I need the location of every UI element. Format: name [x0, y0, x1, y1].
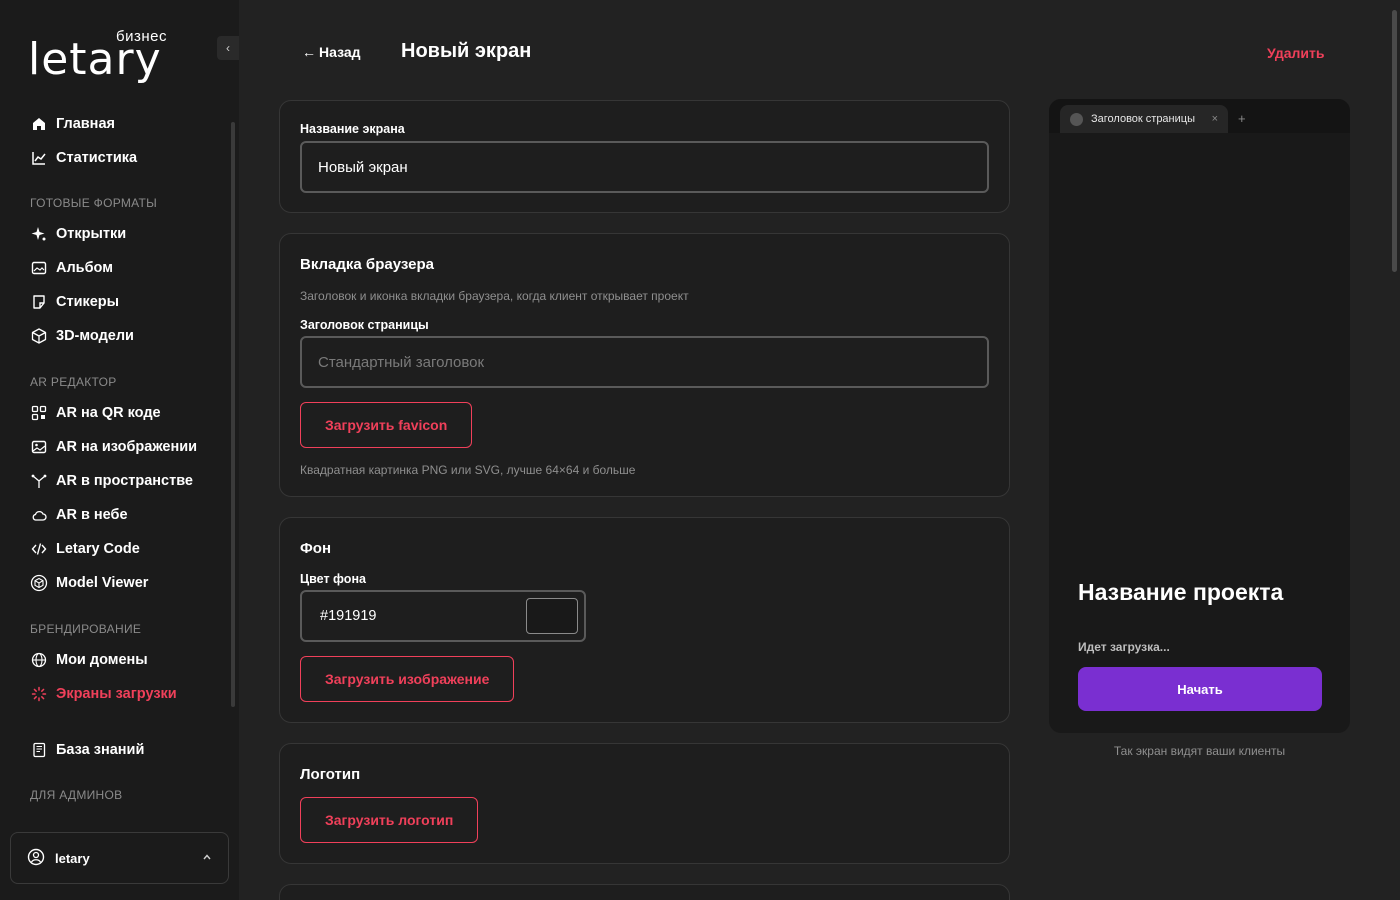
sidebar-item-label: Model Viewer: [56, 575, 149, 591]
page-title-label: Заголовок страницы: [300, 318, 429, 332]
loader-icon: [30, 685, 48, 703]
favicon-hint: Квадратная картинка PNG или SVG, лучше 6…: [300, 463, 636, 477]
sidebar-item-letary-code[interactable]: Letary Code: [30, 537, 140, 561]
preview-project-name: Название проекта: [1078, 579, 1284, 605]
screen-name-label: Название экрана: [300, 122, 405, 136]
favicon-placeholder-icon: [1070, 112, 1083, 126]
background-color-label: Цвет фона: [300, 572, 366, 586]
plus-icon: +: [1238, 111, 1246, 126]
sidebar-item-label: AR на изображении: [56, 439, 198, 455]
sidebar-item-label: Мои домены: [56, 652, 148, 668]
sidebar-collapse-button[interactable]: ‹: [217, 36, 239, 60]
sidebar-item-ar-image[interactable]: AR на изображении: [30, 435, 197, 459]
sidebar-scrollbar[interactable]: [231, 122, 235, 707]
sidebar-item-album[interactable]: Альбом: [30, 256, 113, 280]
upload-favicon-button[interactable]: Загрузить favicon: [300, 402, 473, 448]
page-title: Новый экран: [401, 40, 532, 62]
preview-caption: Так экран видят ваши клиенты: [1113, 744, 1286, 758]
section-title-admins: ДЛЯ АДМИНОВ: [30, 788, 123, 802]
preview-browser-tab: Заголовок страницы ×: [1060, 105, 1228, 133]
sidebar-item-stats[interactable]: Статистика: [30, 146, 137, 170]
chevron-left-icon: ‹: [226, 41, 230, 55]
image-icon: [30, 438, 48, 456]
chevron-up-icon: [202, 852, 212, 865]
card-screen-name: Название экрана: [279, 100, 1010, 213]
brand-name: letary: [28, 34, 162, 85]
close-icon: ×: [1211, 113, 1218, 125]
upload-background-button[interactable]: Загрузить изображение: [300, 656, 515, 702]
sidebar-item-label: AR на QR коде: [56, 405, 161, 421]
space-icon: [30, 472, 48, 490]
sidebar-item-domains[interactable]: Мои домены: [30, 648, 148, 672]
sidebar-item-3d-models[interactable]: 3D-модели: [30, 324, 134, 348]
sidebar-item-label: AR в пространстве: [56, 473, 193, 489]
card-background: Фон Цвет фона #191919 Загрузить изображе…: [279, 517, 1010, 723]
sparkle-icon: [30, 225, 48, 243]
sidebar-item-model-viewer[interactable]: Model Viewer: [30, 571, 148, 595]
sidebar-item-postcards[interactable]: Открытки: [30, 222, 126, 246]
back-label: Назад: [319, 44, 361, 60]
model-viewer-icon: [30, 574, 48, 592]
brand-logo[interactable]: бизнес letary: [28, 28, 178, 88]
preview-tab-title: Заголовок страницы: [1091, 113, 1195, 125]
user-menu[interactable]: letary: [10, 832, 229, 884]
card-next: [279, 884, 1010, 900]
book-icon: [30, 741, 48, 759]
sidebar-item-ar-sky[interactable]: AR в небе: [30, 503, 128, 527]
user-icon: [27, 848, 45, 869]
album-icon: [30, 259, 48, 277]
color-swatch[interactable]: [526, 598, 578, 634]
arrow-left-icon: ←: [302, 44, 316, 60]
qr-icon: [30, 404, 48, 422]
sidebar-item-label: Экраны загрузки: [56, 686, 177, 702]
browser-tab-desc: Заголовок и иконка вкладки браузера, ког…: [300, 289, 689, 303]
sidebar-item-ar-qr[interactable]: AR на QR коде: [30, 401, 161, 425]
sidebar-item-label: База знаний: [56, 742, 145, 758]
sidebar-item-label: Главная: [56, 116, 115, 132]
screen-name-input[interactable]: [300, 141, 989, 193]
cube-icon: [30, 327, 48, 345]
card-browser-tab: Вкладка браузера Заголовок и иконка вкла…: [279, 233, 1010, 497]
sidebar-item-label: Стикеры: [56, 294, 120, 310]
browser-tab-title: Вкладка браузера: [300, 256, 434, 273]
sidebar-item-label: AR в небе: [56, 507, 128, 523]
upload-logo-button[interactable]: Загрузить логотип: [300, 797, 479, 843]
code-icon: [30, 540, 48, 558]
sidebar-item-label: Альбом: [56, 260, 113, 276]
delete-button[interactable]: Удалить: [1267, 45, 1324, 61]
page-title-input[interactable]: [300, 336, 989, 388]
loading-screen-preview: Заголовок страницы × + Название проекта …: [1049, 99, 1350, 733]
sidebar-item-knowledge[interactable]: База знаний: [30, 738, 144, 762]
sidebar-item-label: 3D-модели: [56, 328, 134, 344]
preview-start-button: Начать: [1078, 667, 1322, 711]
background-title: Фон: [300, 540, 332, 557]
chart-icon: [30, 149, 48, 167]
user-name: letary: [55, 850, 90, 866]
logo-title: Логотип: [300, 766, 361, 783]
back-link[interactable]: ← Назад: [302, 44, 361, 60]
home-icon: [30, 115, 48, 133]
sticker-icon: [30, 293, 48, 311]
card-logo: Логотип Загрузить логотип: [279, 743, 1010, 864]
sidebar-item-home[interactable]: Главная: [30, 112, 115, 136]
sidebar-item-label: Letary Code: [56, 541, 140, 557]
background-color-field[interactable]: #191919: [300, 590, 586, 642]
section-title-branding: БРЕНДИРОВАНИЕ: [30, 622, 142, 636]
sidebar-item-loading-screens[interactable]: Экраны загрузки: [30, 682, 177, 706]
sidebar-item-label: Статистика: [56, 150, 138, 166]
page-scrollbar[interactable]: [1392, 10, 1397, 272]
sidebar-item-label: Открытки: [56, 226, 127, 242]
sidebar-item-ar-space[interactable]: AR в пространстве: [30, 469, 193, 493]
section-title-ar: AR РЕДАКТОР: [30, 375, 117, 389]
background-color-value: #191919: [320, 608, 377, 624]
cloud-icon: [30, 506, 48, 524]
sidebar-item-stickers[interactable]: Стикеры: [30, 290, 119, 314]
section-title-formats: ГОТОВЫЕ ФОРМАТЫ: [30, 196, 158, 210]
sidebar: бизнес letary ‹ Главная Статистика ГОТОВ…: [0, 0, 239, 900]
preview-loading-text: Идет загрузка...: [1078, 640, 1170, 654]
globe-icon: [30, 651, 48, 669]
